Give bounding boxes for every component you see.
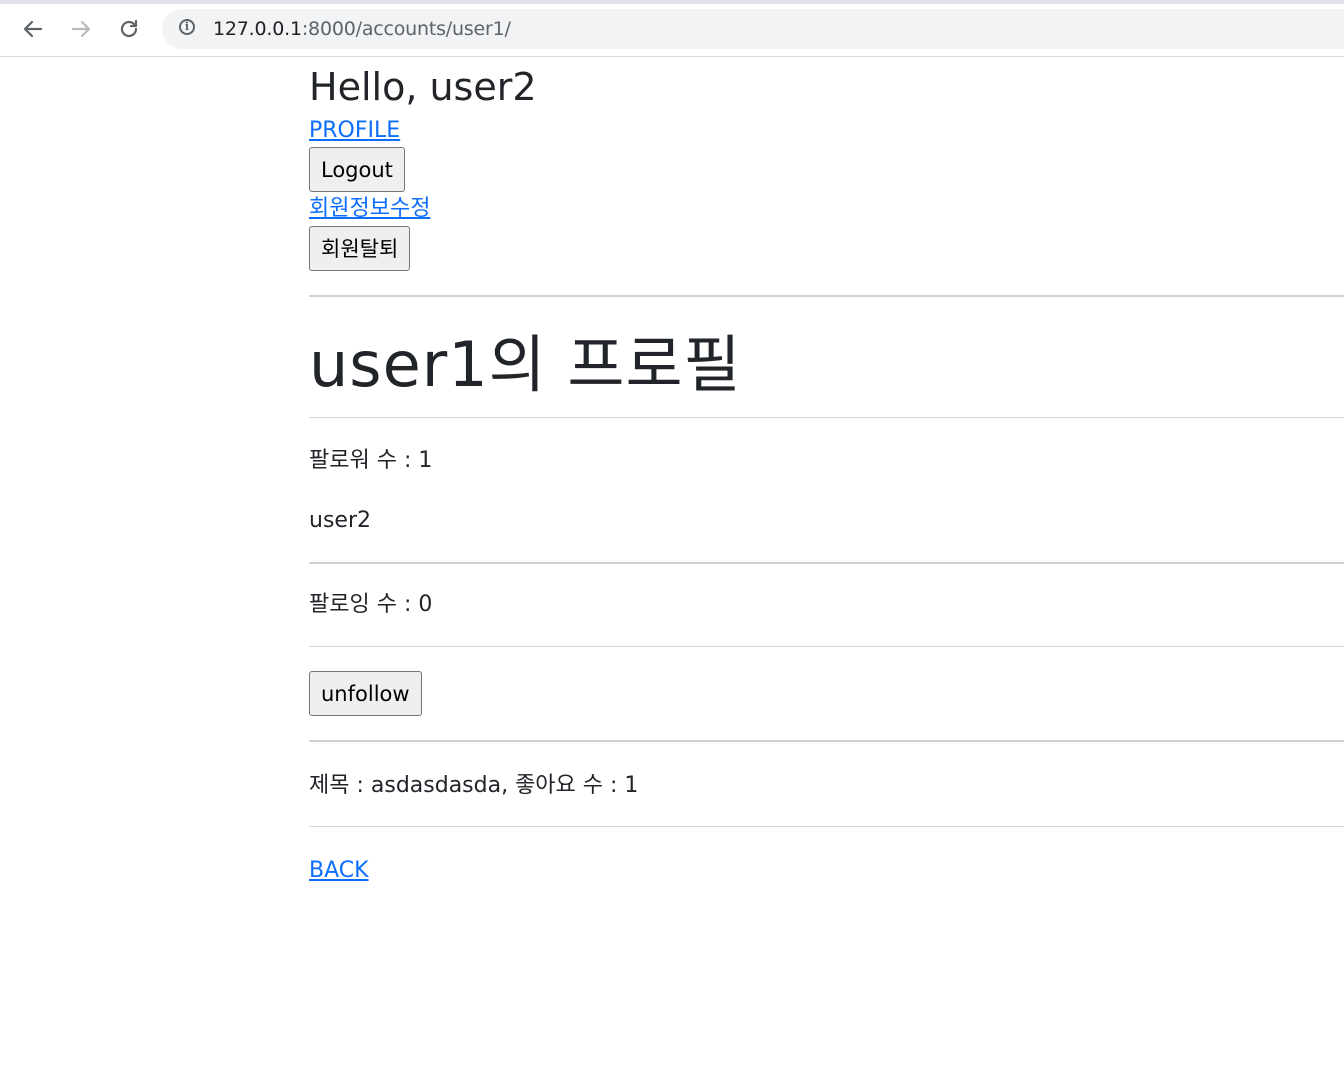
forward-button[interactable] [66, 14, 96, 44]
address-bar[interactable]: i 127.0.0.1:8000/accounts/user1/ [162, 9, 1344, 49]
tab-strip-edge [0, 0, 1344, 4]
arrow-left-icon [23, 20, 43, 38]
logout-button[interactable]: Logout [309, 147, 405, 192]
divider [309, 417, 1344, 418]
profile-title: user1의 프로필 [309, 328, 742, 401]
back-button[interactable] [18, 14, 48, 44]
delete-account-button[interactable]: 회원탈퇴 [309, 226, 411, 271]
url-host: 127.0.0.1 [213, 18, 302, 40]
divider [309, 646, 1344, 647]
back-link[interactable]: BACK [309, 856, 369, 886]
greeting-heading: Hello, user2 [309, 65, 537, 109]
page-content: Hello, user2 PROFILE Logout 회원정보수정 회원탈퇴 … [309, 58, 1344, 886]
profile-link[interactable]: PROFILE [309, 116, 400, 146]
divider [309, 562, 1344, 564]
divider [309, 740, 1344, 742]
url-path: :8000/accounts/user1/ [301, 18, 511, 40]
follower-item: user2 [309, 508, 371, 533]
edit-account-link[interactable]: 회원정보수정 [309, 194, 430, 224]
divider [309, 826, 1344, 827]
reload-icon [120, 19, 138, 38]
unfollow-button[interactable]: unfollow [309, 671, 422, 716]
url-text[interactable]: 127.0.0.1:8000/accounts/user1/ [213, 18, 511, 40]
info-icon[interactable]: i [179, 19, 195, 35]
divider [309, 295, 1344, 297]
browser-toolbar: i 127.0.0.1:8000/accounts/user1/ [0, 0, 1344, 57]
arrow-right-icon [71, 20, 91, 38]
followers-count: 팔로워 수 : 1 [309, 448, 433, 473]
reload-button[interactable] [114, 14, 144, 44]
followings-count: 팔로잉 수 : 0 [309, 592, 433, 617]
article-item: 제목 : asdasdasda, 좋아요 수 : 1 [309, 773, 639, 798]
